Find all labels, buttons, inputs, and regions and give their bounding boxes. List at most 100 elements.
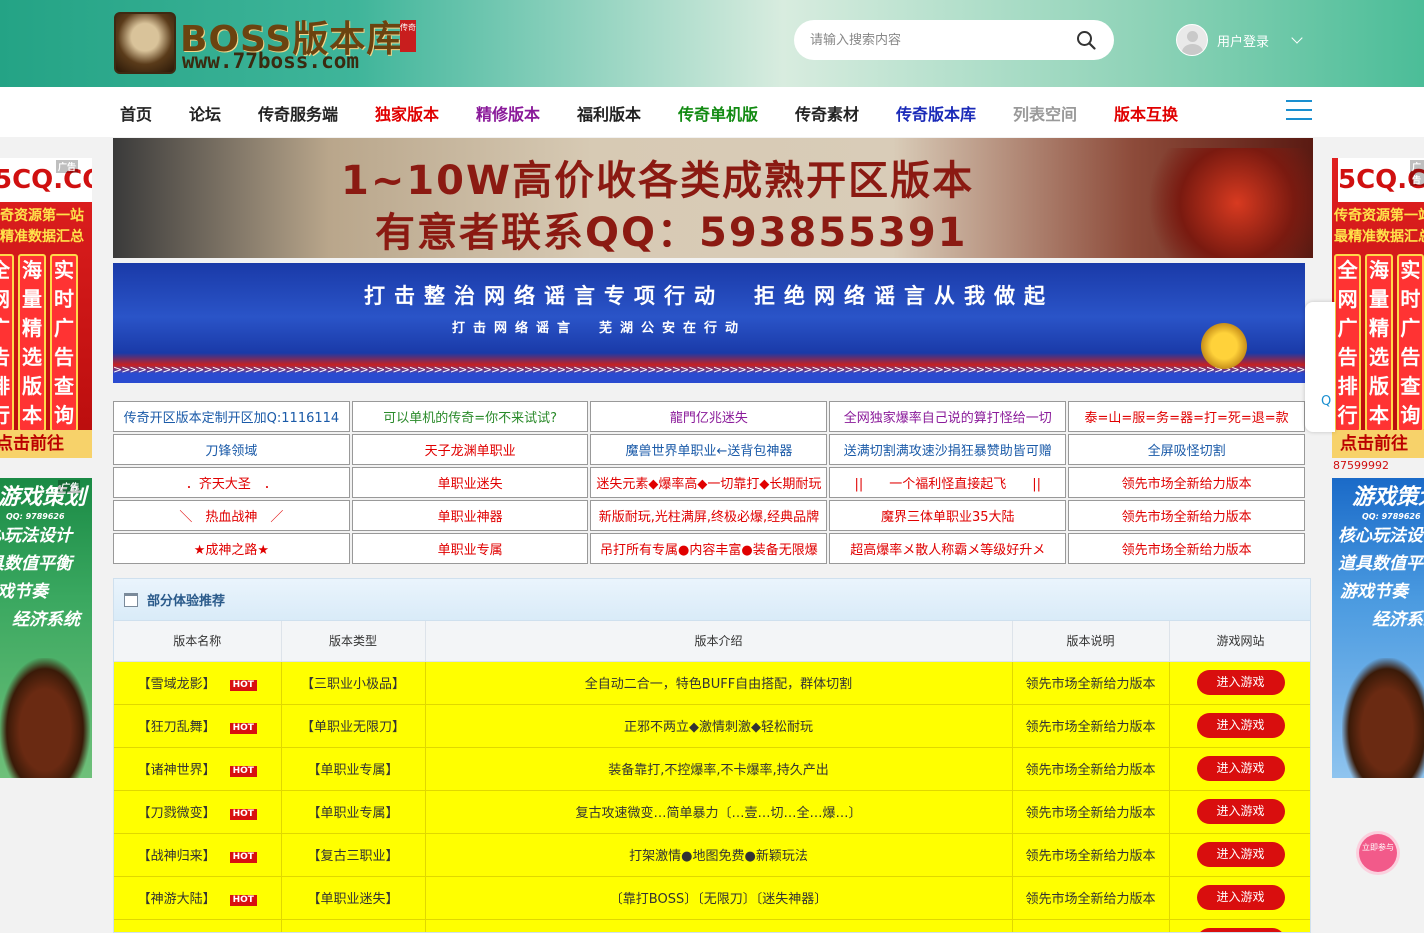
link-text[interactable]: 传奇开区版本定制开区加Q:1116114 <box>124 411 340 426</box>
link-text[interactable]: 单职业神器 <box>438 510 503 525</box>
link-text[interactable]: 刀锋领域 <box>205 444 257 459</box>
user-login[interactable]: 用户登录 <box>1176 22 1303 58</box>
left-ad-top[interactable]: 5CQ.COM 传奇资源第一站 最精准数据汇总 全网广告排行 海量精选版本 实时… <box>0 158 92 458</box>
enter-game-button[interactable]: 进入游戏 <box>1196 713 1285 738</box>
hot-badge: HOT <box>229 852 257 863</box>
join-now-button[interactable]: 立即参与 <box>1359 834 1397 872</box>
nav-item-refined[interactable]: 精修版本 <box>476 101 540 125</box>
nav-item-materials[interactable]: 传奇素材 <box>795 101 859 125</box>
link-cell[interactable]: 新版耐玩,光柱满屏,终极必爆,经典品牌 <box>590 500 828 531</box>
enter-game-button[interactable]: 进入游戏 <box>1196 928 1285 932</box>
enter-game-button[interactable]: 进入游戏 <box>1196 756 1285 781</box>
search-icon[interactable] <box>1076 30 1096 50</box>
link-text[interactable]: 全屏吸怪切割 <box>1148 444 1226 459</box>
link-text[interactable]: 领先市场全新给力版本 <box>1122 543 1252 558</box>
link-cell[interactable]: 超高爆率メ散人称霸メ等级好升メ <box>829 533 1067 564</box>
link-cell[interactable]: 迷失元素◆爆率高◆一切靠打◆长期耐玩 <box>590 467 828 498</box>
link-cell[interactable]: 魔界三体单职业35大陆 <box>829 500 1067 531</box>
nav-item-standalone[interactable]: 传奇单机版 <box>678 101 758 125</box>
anti-rumor-banner[interactable]: 打击整治网络谣言专项行动 拒绝网络谣言从我做起 打击网络谣言 芜湖公安在行动 >… <box>113 263 1305 383</box>
link-cell[interactable]: ★成神之路★ <box>113 533 350 564</box>
link-text[interactable]: ★成神之路★ <box>194 543 269 558</box>
version-name[interactable]: 【狂刀乱舞】 <box>138 720 216 735</box>
link-cell[interactable]: 单职业神器 <box>351 500 589 531</box>
link-cell[interactable]: 领先市场全新给力版本 <box>1068 467 1305 498</box>
link-text[interactable]: 送满切割满攻速沙捐狂暴赞助皆可赠 <box>844 444 1052 459</box>
link-cell[interactable]: 魔兽世界单职业←送背包神器 <box>590 434 828 465</box>
link-cell[interactable]: 单职业专属 <box>351 533 589 564</box>
column-header: 版本介绍 <box>425 621 1013 662</box>
recommend-title: 部分体验推荐 <box>147 594 226 609</box>
link-text[interactable]: 龍門亿兆迷失 <box>670 411 748 426</box>
link-text[interactable]: ＼ 热血战神 ／ <box>179 510 283 525</box>
version-name[interactable]: 【雪域龙影】 <box>138 677 216 692</box>
right-ad-qq: 87599992 <box>1333 459 1389 472</box>
link-cell[interactable]: 天子龙渊单职业 <box>351 434 589 465</box>
link-text[interactable]: 泰=山=服=务=器=打=死=退=款 <box>1085 411 1289 426</box>
floating-side-tab[interactable]: Q <box>1305 302 1335 432</box>
right-ad-line-3: 道具数值平衡 <box>1338 554 1424 574</box>
link-cell[interactable]: ．齐天大圣 ． <box>113 467 350 498</box>
right-ad-bottom[interactable]: 游戏策划 QQ: 9789626 核心玩法设计 道具数值平衡 游戏节奏 经济系统 <box>1332 478 1424 778</box>
link-cell[interactable]: 领先市场全新给力版本 <box>1068 533 1305 564</box>
link-text[interactable]: 天子龙渊单职业 <box>425 444 516 459</box>
search-input[interactable] <box>810 30 1060 50</box>
link-text[interactable]: 单职业专属 <box>438 543 503 558</box>
nav-item-forum[interactable]: 论坛 <box>189 101 221 125</box>
enter-game-button[interactable]: 进入游戏 <box>1196 885 1285 910</box>
nav-item-list-space[interactable]: 列表空间 <box>1013 101 1077 125</box>
link-cell[interactable]: 刀锋领域 <box>113 434 350 465</box>
banner2-line2: 打击网络谣言 芜湖公安在行动 <box>451 321 746 336</box>
link-text[interactable]: 迷失元素◆爆率高◆一切靠打◆长期耐玩 <box>596 477 821 492</box>
link-text[interactable]: 领先市场全新给力版本 <box>1122 510 1252 525</box>
table-row: 【刀戮微变】 HOT 【单职业专属】 复古攻速微变…简单暴力〔…壹…切…全…爆…〕… <box>114 790 1310 834</box>
link-text[interactable]: 超高爆率メ散人称霸メ等级好升メ <box>850 543 1045 558</box>
enter-game-button[interactable]: 进入游戏 <box>1196 670 1285 695</box>
hamburger-menu-icon[interactable] <box>1286 100 1312 122</box>
site-logo[interactable]: BOSS版本库 www.77boss.com 传奇 <box>114 12 419 74</box>
link-cell[interactable]: || 一个福利怪直接起飞 || <box>829 467 1067 498</box>
version-name[interactable]: 【诸神世界】 <box>138 763 216 778</box>
nav-item-home[interactable]: 首页 <box>120 101 152 125</box>
nav-item-library[interactable]: 传奇版本库 <box>896 101 976 125</box>
avatar-icon <box>1176 24 1208 56</box>
left-ad-bottom[interactable]: 游戏策划 QQ: 9789626 核心玩法设计 道具数值平衡 游戏节奏 经济系统… <box>0 478 92 778</box>
link-cell[interactable]: 全屏吸怪切割 <box>1068 434 1305 465</box>
link-text[interactable]: 吊打所有专属●内容丰富●装备无限爆 <box>600 543 818 558</box>
link-text[interactable]: 魔界三体单职业35大陆 <box>881 510 1015 525</box>
right-ad-top[interactable]: 5CQ.COM 传奇资源第一站 最精准数据汇总 全网广告排行 海量精选版本 实时… <box>1332 158 1424 458</box>
left-ad-line-2: 核心玩法设计 <box>0 526 72 546</box>
link-text[interactable]: 单职业迷失 <box>438 477 503 492</box>
link-cell[interactable]: 送满切割满攻速沙捐狂暴赞助皆可赠 <box>829 434 1067 465</box>
link-text[interactable]: 领先市场全新给力版本 <box>1122 477 1252 492</box>
link-text[interactable]: 全网独家爆率自己说的算打怪给一切 <box>844 411 1052 426</box>
version-type: 【三职业小极品】 <box>281 661 426 705</box>
link-cell[interactable]: 吊打所有专属●内容丰富●装备无限爆 <box>590 533 828 564</box>
banner1-line1: 1~10W高价收各类成熟开区版本 <box>341 158 975 204</box>
link-cell[interactable]: 泰=山=服=务=器=打=死=退=款 <box>1068 401 1305 432</box>
link-cell[interactable]: 领先市场全新给力版本 <box>1068 500 1305 531</box>
nav-item-welfare[interactable]: 福利版本 <box>577 101 641 125</box>
version-name[interactable]: 【刀戮微变】 <box>138 806 216 821</box>
link-cell[interactable]: 龍門亿兆迷失 <box>590 401 828 432</box>
nav-item-exchange[interactable]: 版本互换 <box>1114 101 1178 125</box>
link-cell[interactable]: 单职业迷失 <box>351 467 589 498</box>
link-text[interactable]: || 一个福利怪直接起飞 || <box>855 477 1042 492</box>
link-cell[interactable]: 全网独家爆率自己说的算打怪给一切 <box>829 401 1067 432</box>
link-cell[interactable]: ＼ 热血战神 ／ <box>113 500 350 531</box>
nav-item-server[interactable]: 传奇服务端 <box>258 101 338 125</box>
version-name[interactable]: 【战神归来】 <box>138 849 216 864</box>
link-cell[interactable]: 可以单机的传奇=你不来试试? <box>351 401 589 432</box>
hot-badge: HOT <box>229 809 257 820</box>
promo-banner-buy-versions[interactable]: 1~10W高价收各类成熟开区版本 有意者联系QQ：593855391 <box>113 138 1313 258</box>
link-cell[interactable]: 传奇开区版本定制开区加Q:1116114 <box>113 401 350 432</box>
enter-game-button[interactable]: 进入游戏 <box>1196 799 1285 824</box>
version-desc: 领先市场全新给力版本 <box>1012 790 1170 834</box>
link-text[interactable]: ．齐天大圣 ． <box>186 477 277 492</box>
enter-game-button[interactable]: 进入游戏 <box>1196 842 1285 867</box>
link-text[interactable]: 可以单机的传奇=你不来试试? <box>383 411 557 426</box>
nav-item-exclusive[interactable]: 独家版本 <box>375 101 439 125</box>
link-text[interactable]: 新版耐玩,光柱满屏,终极必爆,经典品牌 <box>599 510 819 525</box>
version-name[interactable]: 【神游大陆】 <box>138 892 216 907</box>
link-text[interactable]: 魔兽世界单职业←送背包神器 <box>625 444 792 459</box>
